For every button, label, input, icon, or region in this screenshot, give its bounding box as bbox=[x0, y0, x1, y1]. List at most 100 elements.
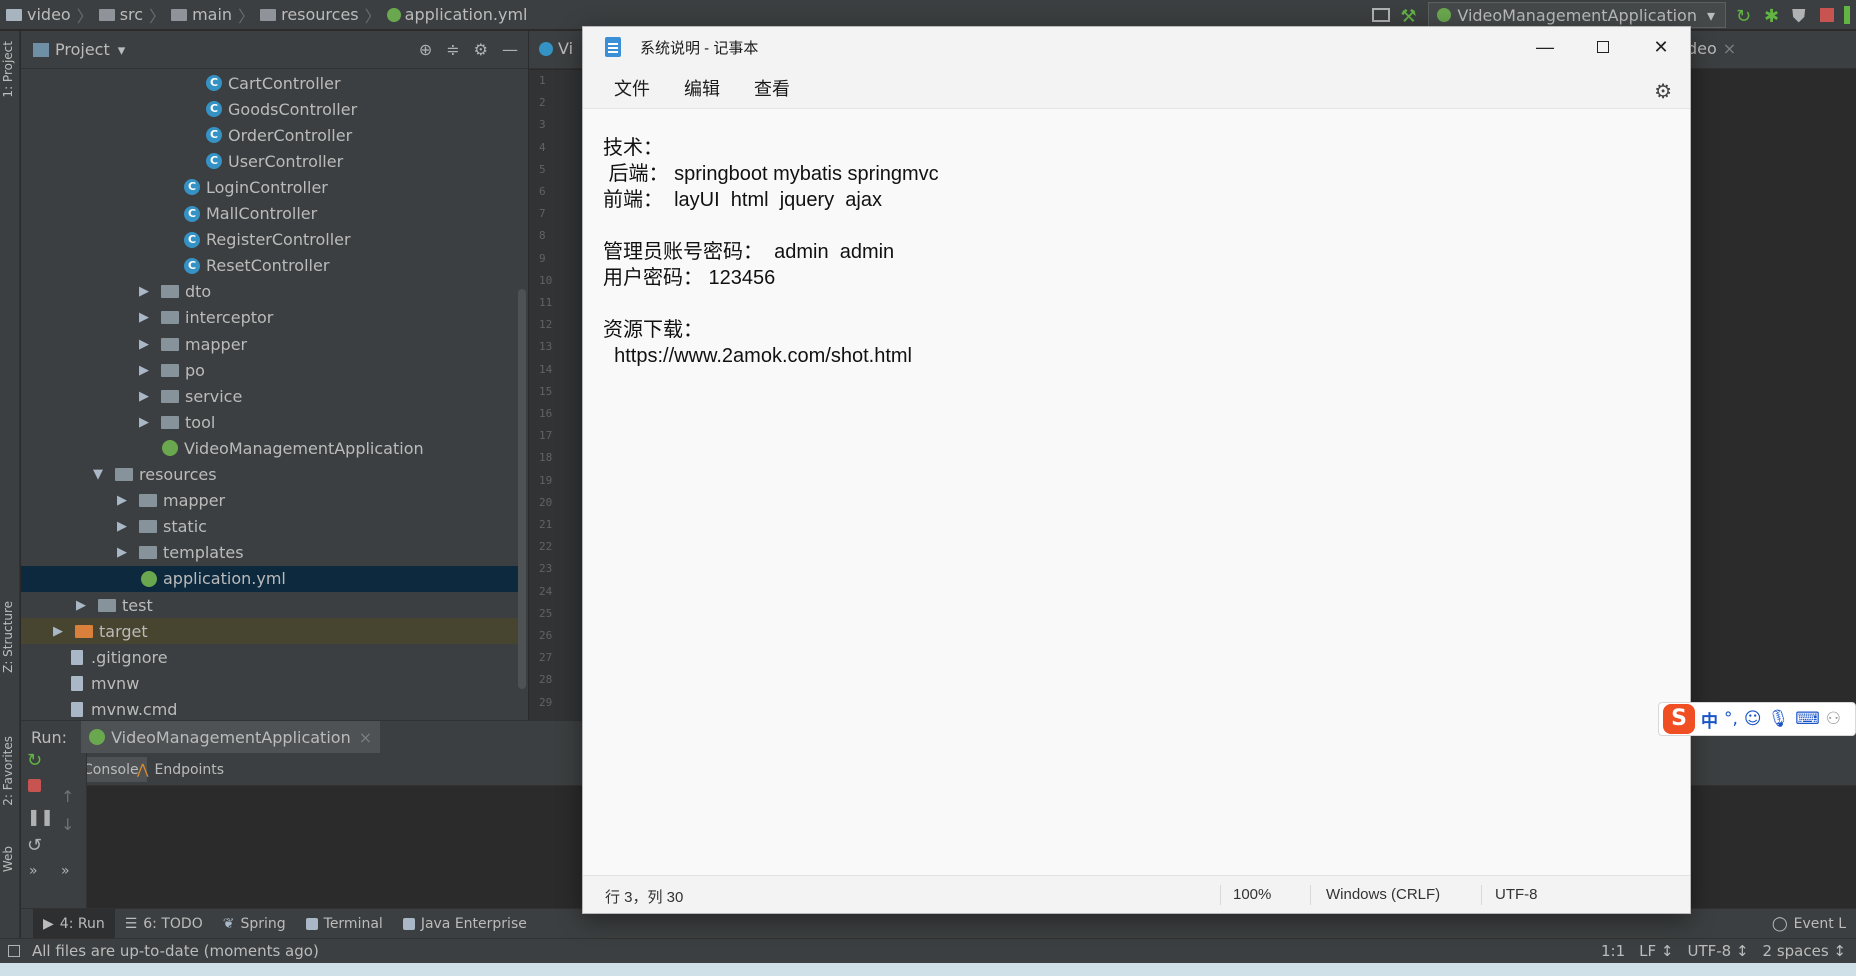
todo-tool-button[interactable]: ☰ 6: TODO bbox=[115, 909, 213, 939]
tree-item[interactable]: ▶ mapper bbox=[21, 488, 526, 514]
breadcrumb-video[interactable]: video 〉 bbox=[6, 3, 99, 27]
run-configuration-select[interactable]: VideoManagementApplication ▾ bbox=[1428, 2, 1726, 28]
editor-tab[interactable]: Vi bbox=[539, 39, 573, 58]
breadcrumb-application-yml[interactable]: application.yml bbox=[386, 5, 528, 24]
rerun-icon[interactable]: ↻ bbox=[27, 750, 43, 771]
more-icon[interactable]: » bbox=[61, 863, 77, 879]
expand-arrow-icon[interactable]: ▶ bbox=[139, 389, 157, 404]
editor-area[interactable] bbox=[1688, 70, 1856, 690]
tree-item[interactable]: C GoodsController bbox=[21, 96, 526, 122]
keyboard-icon[interactable]: ⌨ bbox=[1795, 709, 1820, 729]
tree-item[interactable]: ▶ interceptor bbox=[21, 305, 526, 331]
rerun-icon[interactable]: ↻ bbox=[1736, 6, 1754, 27]
tree-item[interactable]: ▶ test bbox=[21, 592, 526, 618]
expand-arrow-icon[interactable]: ▶ bbox=[117, 519, 135, 534]
tree-item[interactable]: C MallController bbox=[21, 201, 526, 227]
tree-item[interactable]: VideoManagementApplication bbox=[21, 435, 526, 461]
tree-item[interactable]: ▶ static bbox=[21, 514, 526, 540]
tree-item[interactable]: C CartController bbox=[21, 70, 526, 96]
tree-item[interactable]: C RegisterController bbox=[21, 227, 526, 253]
microphone-icon[interactable]: 🎙 bbox=[1768, 709, 1790, 729]
project-tool-button[interactable]: 1: Project bbox=[1, 41, 15, 98]
menu-view[interactable]: 查看 bbox=[741, 71, 803, 105]
restart-icon[interactable]: ↺ bbox=[27, 835, 43, 856]
expand-arrow-icon[interactable]: ▶ bbox=[117, 545, 135, 560]
status-icon[interactable] bbox=[8, 945, 20, 957]
expand-arrow-icon[interactable]: ▶ bbox=[139, 337, 157, 352]
close-icon[interactable]: × bbox=[359, 728, 372, 747]
indent-setting[interactable]: 2 spaces ↕ bbox=[1763, 942, 1846, 960]
minimize-icon[interactable]: — bbox=[502, 40, 518, 59]
user-icon[interactable]: ⚇ bbox=[1826, 709, 1841, 729]
breadcrumb-src[interactable]: src 〉 bbox=[98, 3, 171, 27]
project-panel-title[interactable]: Project bbox=[55, 40, 110, 59]
minimize-button[interactable]: — bbox=[1516, 27, 1574, 67]
tree-item[interactable]: C LoginController bbox=[21, 174, 526, 200]
tree-item[interactable]: mvnw bbox=[21, 670, 526, 696]
locate-icon[interactable]: ⊕ bbox=[419, 40, 432, 59]
tree-item[interactable]: ▶ po bbox=[21, 357, 526, 383]
close-button[interactable]: ✕ bbox=[1632, 27, 1690, 67]
tree-item[interactable]: C OrderController bbox=[21, 122, 526, 148]
notepad-titlebar[interactable]: 系统说明 - 记事本 — ✕ bbox=[583, 27, 1690, 67]
endpoints-tab[interactable]: ⋀ Endpoints bbox=[129, 757, 232, 782]
expand-arrow-icon[interactable]: ▶ bbox=[139, 363, 157, 378]
web-tool-button[interactable]: Web bbox=[1, 846, 15, 872]
pause-icon[interactable]: ❚❚ bbox=[27, 807, 54, 826]
tree-item[interactable]: application.yml bbox=[21, 565, 526, 592]
stop-icon[interactable] bbox=[28, 779, 41, 792]
expand-arrow-icon[interactable]: ▶ bbox=[53, 624, 71, 639]
tree-item[interactable]: ▶ service bbox=[21, 383, 526, 409]
more-icon[interactable] bbox=[1844, 6, 1850, 24]
sogou-logo-icon[interactable]: S bbox=[1663, 704, 1695, 734]
spring-tool-button[interactable]: ❦ Spring bbox=[213, 909, 296, 939]
build-hammer-icon[interactable]: ⚒ bbox=[1400, 6, 1418, 27]
stop-icon[interactable] bbox=[1820, 8, 1834, 22]
breadcrumb-resources[interactable]: resources 〉 bbox=[260, 3, 387, 27]
coverage-icon[interactable]: ⛊ bbox=[1792, 6, 1810, 27]
java-enterprise-tool-button[interactable]: Java Enterprise bbox=[393, 909, 537, 939]
tree-item[interactable]: ▶ tool bbox=[21, 409, 526, 435]
ime-punctuation[interactable]: °, bbox=[1724, 709, 1738, 729]
expand-arrow-icon[interactable]: ▶ bbox=[139, 415, 157, 430]
tree-item[interactable]: ▶ target bbox=[21, 618, 526, 645]
up-arrow-icon[interactable]: ↑ bbox=[61, 787, 77, 806]
collapse-all-icon[interactable]: ≑ bbox=[446, 40, 459, 59]
tree-scrollbar[interactable] bbox=[518, 289, 526, 689]
notepad-text-area[interactable]: 技术： 后端： springboot mybatis springmvc 前端： … bbox=[603, 135, 939, 369]
expand-arrow-icon[interactable]: ▶ bbox=[139, 310, 157, 325]
window-icon[interactable] bbox=[1372, 8, 1391, 22]
gear-icon[interactable]: ⚙ bbox=[474, 40, 488, 59]
cursor-position[interactable]: 1:1 bbox=[1601, 942, 1625, 960]
close-icon[interactable]: × bbox=[1723, 39, 1736, 58]
tree-item[interactable]: ▶ templates bbox=[21, 540, 526, 566]
line-separator[interactable]: LF ↕ bbox=[1639, 942, 1673, 960]
emoji-icon[interactable]: ☺ bbox=[1744, 709, 1762, 729]
chevron-down-icon[interactable]: ▾ bbox=[118, 41, 126, 59]
structure-tool-button[interactable]: Z: Structure bbox=[1, 601, 15, 673]
file-encoding[interactable]: UTF-8 ↕ bbox=[1687, 942, 1748, 960]
debug-bug-icon[interactable]: ✱ bbox=[1764, 6, 1782, 27]
menu-edit[interactable]: 编辑 bbox=[671, 71, 733, 105]
maximize-button[interactable] bbox=[1574, 27, 1632, 67]
expand-arrow-icon[interactable]: ▶ bbox=[117, 493, 135, 508]
expand-arrow-icon[interactable]: ▶ bbox=[76, 598, 94, 613]
tree-item[interactable]: ▼ resources bbox=[21, 462, 526, 488]
breadcrumb-main[interactable]: main 〉 bbox=[171, 3, 260, 27]
tree-item[interactable]: C UserController bbox=[21, 148, 526, 174]
menu-file[interactable]: 文件 bbox=[601, 71, 663, 105]
tree-item[interactable]: ▶ mapper bbox=[21, 331, 526, 357]
run-tool-button[interactable]: ▶ 4: Run bbox=[33, 908, 115, 939]
more-icon[interactable]: » bbox=[29, 863, 45, 879]
collapse-arrow-icon[interactable]: ▼ bbox=[93, 467, 111, 482]
tree-item[interactable]: ▶ dto bbox=[21, 279, 526, 305]
tree-item[interactable]: .gitignore bbox=[21, 644, 526, 670]
favorites-tool-button[interactable]: 2: Favorites bbox=[1, 736, 15, 806]
expand-arrow-icon[interactable]: ▶ bbox=[139, 284, 157, 299]
ime-mode[interactable]: 中 bbox=[1701, 707, 1718, 732]
editor-tab-video[interactable]: deo × bbox=[1687, 39, 1736, 58]
run-tab[interactable]: VideoManagementApplication × bbox=[81, 720, 381, 754]
tree-item[interactable]: C ResetController bbox=[21, 253, 526, 279]
tree-item[interactable]: mvnw.cmd bbox=[21, 696, 526, 722]
down-arrow-icon[interactable]: ↓ bbox=[61, 815, 77, 834]
